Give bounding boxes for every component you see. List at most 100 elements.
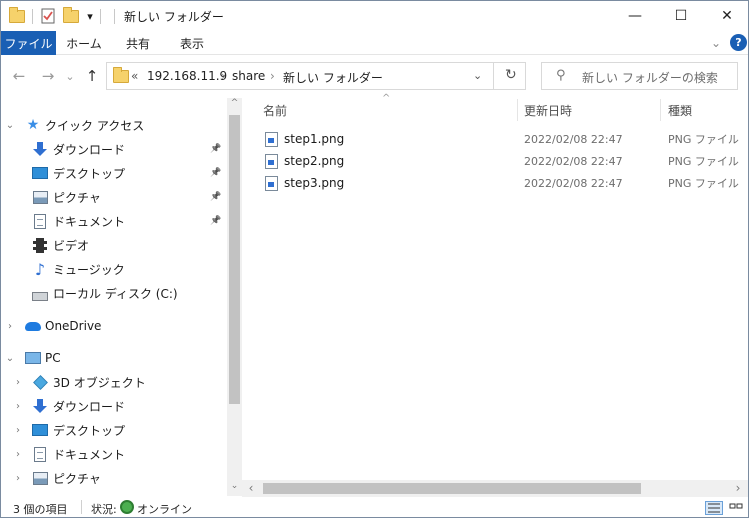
onedrive-icon [25, 318, 41, 334]
address-divider [493, 63, 494, 89]
pin-icon[interactable]: 📌 [210, 144, 221, 154]
tab-share[interactable]: 共有 [113, 31, 163, 55]
file-row[interactable]: step3.png 2022/02/08 22:47 PNG ファイル [263, 172, 743, 194]
music-icon: ♪ [34, 259, 46, 279]
search-input[interactable]: 新しい フォルダーの検索 [582, 69, 718, 86]
toolbar-divider [100, 9, 101, 24]
tab-view[interactable]: 表示 [167, 31, 217, 55]
sidebar-item-label: クイック アクセス [45, 118, 145, 133]
breadcrumb-host[interactable]: 192.168.11.9 [147, 69, 227, 83]
nav-scrollbar-thumb[interactable] [229, 115, 240, 404]
file-name: step1.png [284, 132, 345, 146]
column-header-name[interactable]: 名前 [263, 98, 515, 122]
sidebar-item[interactable]: › デスクトップ [1, 418, 227, 442]
expand-chevron-icon[interactable]: › [4, 321, 16, 332]
properties-icon[interactable] [40, 7, 56, 25]
expand-chevron-icon[interactable]: › [12, 401, 24, 412]
scroll-right-button[interactable]: › [732, 481, 744, 496]
3d-objects-icon [32, 374, 48, 390]
up-button[interactable]: ↑ [82, 65, 102, 87]
pin-icon[interactable]: 📌 [210, 168, 221, 178]
sidebar-item-label: ダウンロード [53, 142, 126, 157]
window-title: 新しい フォルダー [124, 10, 224, 24]
pc-icon [25, 350, 41, 366]
sidebar-item-label: OneDrive [45, 319, 102, 333]
sidebar-item-label: ミュージック [53, 262, 125, 277]
sidebar-item[interactable]: ピクチャ 📌 [1, 185, 227, 209]
breadcrumb-separator[interactable]: › [270, 69, 275, 83]
maximize-button[interactable]: ☐ [658, 1, 704, 31]
pin-icon[interactable]: 📌 [210, 192, 221, 202]
sidebar-item[interactable]: ビデオ [1, 233, 227, 257]
close-button[interactable]: ✕ [704, 1, 748, 31]
expand-ribbon-button[interactable]: ⌄ [707, 31, 725, 55]
column-header-type[interactable]: 種類 [668, 98, 746, 122]
sidebar-item[interactable]: › ドキュメント [1, 442, 227, 466]
item-count: 3 個の項目 [13, 503, 68, 516]
file-type: PNG ファイル [668, 177, 739, 190]
sidebar-item[interactable]: › 3D オブジェクト [1, 370, 227, 394]
status-label: 状況: [91, 503, 117, 516]
collapse-chevron-icon[interactable]: ⌄ [4, 353, 16, 364]
customize-toolbar-button[interactable]: ▾ [84, 7, 96, 25]
sidebar-item[interactable]: ローカル ディスク (C:) [1, 281, 227, 305]
content-scrollbar-thumb[interactable] [263, 483, 641, 494]
help-button[interactable]: ? [730, 34, 747, 51]
new-folder-icon[interactable] [63, 6, 79, 25]
sidebar-item[interactable]: ⌄ PC [1, 346, 227, 370]
toolbar-divider [32, 9, 33, 24]
column-divider[interactable] [660, 99, 661, 121]
sidebar-item[interactable]: › ダウンロード [1, 394, 227, 418]
sidebar-item[interactable]: ⌄ ★ クイック アクセス [1, 113, 227, 137]
sidebar-item[interactable]: デスクトップ 📌 [1, 161, 227, 185]
desktop-icon [32, 422, 48, 438]
sidebar-item-label: ピクチャ [53, 471, 101, 486]
breadcrumb-separator[interactable]: › [221, 69, 226, 83]
refresh-button[interactable]: ↻ [505, 67, 517, 83]
expand-chevron-icon[interactable]: › [12, 425, 24, 436]
sidebar-item[interactable]: ♪ ミュージック [1, 257, 227, 281]
address-bar[interactable]: « 192.168.11.9 › share › 新しい フォルダー ⌄ ↻ [106, 62, 526, 90]
scroll-left-button[interactable]: ‹ [245, 481, 257, 496]
png-file-icon [265, 131, 278, 147]
collapse-chevron-icon[interactable]: ⌄ [4, 120, 16, 131]
online-status-icon [120, 500, 134, 514]
forward-button[interactable]: → [38, 65, 58, 87]
file-row[interactable]: step2.png 2022/02/08 22:47 PNG ファイル [263, 150, 743, 172]
sidebar-item[interactable]: › OneDrive [1, 314, 227, 338]
breadcrumb-current[interactable]: 新しい フォルダー [283, 69, 383, 86]
column-header-modified[interactable]: 更新日時 [524, 98, 658, 122]
sidebar-item[interactable]: › ピクチャ [1, 466, 227, 490]
status-bar: 3 個の項目 状況: オンライン [1, 497, 748, 517]
details-view-button[interactable] [705, 501, 723, 515]
breadcrumb-overflow[interactable]: « [131, 69, 138, 83]
tab-home[interactable]: ホーム [59, 31, 109, 55]
scroll-up-button[interactable]: ^ [228, 98, 241, 112]
file-row[interactable]: step1.png 2022/02/08 22:47 PNG ファイル [263, 128, 743, 150]
png-file-icon [265, 153, 278, 169]
sidebar-item[interactable]: ドキュメント 📌 [1, 209, 227, 233]
details-view-icon [708, 503, 720, 513]
scroll-down-button[interactable]: ⌄ [228, 481, 241, 495]
address-history-button[interactable]: ⌄ [473, 69, 482, 82]
sidebar-item-label: デスクトップ [53, 423, 126, 438]
sidebar-item-label: ビデオ [53, 238, 90, 253]
help-icon: ? [730, 34, 747, 51]
sidebar-item-label: デスクトップ [53, 166, 126, 181]
expand-chevron-icon[interactable]: › [12, 473, 24, 484]
sidebar-item-label: ドキュメント [53, 447, 126, 462]
search-box[interactable]: ⚲ 新しい フォルダーの検索 [541, 62, 738, 90]
expand-chevron-icon[interactable]: › [12, 449, 24, 460]
tab-file[interactable]: ファイル [1, 31, 56, 55]
large-icons-view-button[interactable] [727, 501, 745, 515]
breadcrumb-share[interactable]: share [232, 69, 265, 83]
sidebar-item[interactable]: ダウンロード 📌 [1, 137, 227, 161]
pin-icon[interactable]: 📌 [210, 216, 221, 226]
back-button[interactable]: ← [9, 65, 29, 87]
column-divider[interactable] [517, 99, 518, 121]
recent-locations-button[interactable]: ⌄ [63, 65, 77, 87]
expand-chevron-icon[interactable]: › [12, 377, 24, 388]
file-modified: 2022/02/08 22:47 [524, 154, 623, 168]
column-header-label: 更新日時 [524, 103, 573, 118]
minimize-button[interactable]: — [612, 1, 658, 31]
